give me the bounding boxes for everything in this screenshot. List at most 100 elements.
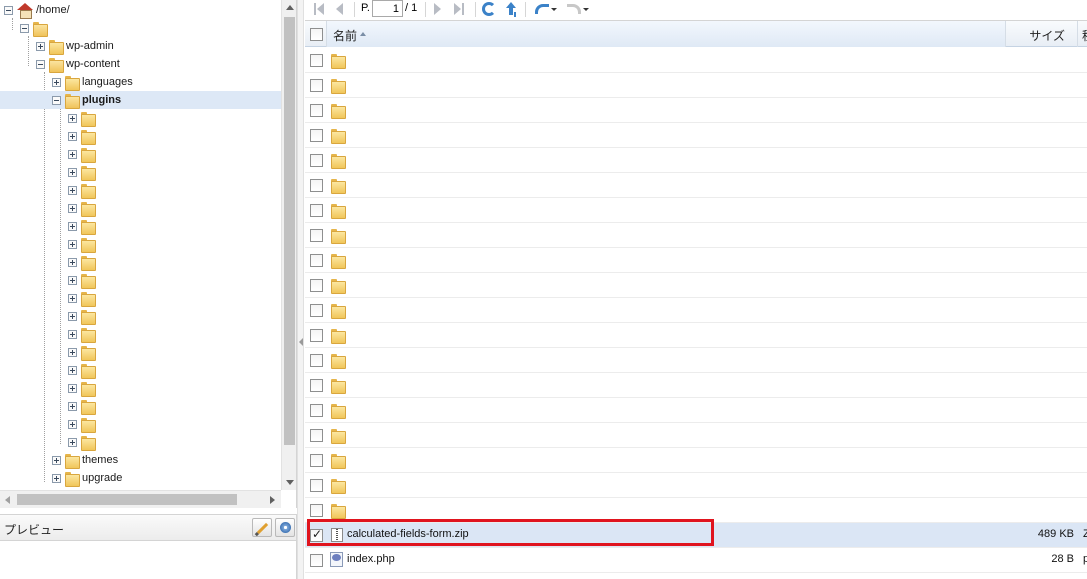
table-row-folder[interactable]: [305, 48, 1087, 73]
tree-node-user-folder[interactable]: [20, 19, 50, 37]
tree-node-plugin-folder[interactable]: [68, 307, 98, 325]
tree-node-plugin-folder[interactable]: [68, 235, 98, 253]
up-folder-button[interactable]: [503, 1, 519, 17]
expand-toggle[interactable]: [52, 473, 61, 483]
expand-toggle[interactable]: [68, 365, 77, 375]
column-header-name[interactable]: 名前: [327, 21, 1006, 47]
row-checkbox[interactable]: [310, 329, 323, 342]
table-row-folder[interactable]: [305, 73, 1087, 98]
expand-toggle[interactable]: [68, 293, 77, 303]
row-checkbox[interactable]: [310, 527, 323, 542]
expand-toggle[interactable]: [68, 239, 77, 249]
tree-node-wp-content[interactable]: wp-content: [36, 55, 120, 73]
tree-node-plugin-folder[interactable]: [68, 253, 98, 271]
expand-toggle[interactable]: [68, 347, 77, 357]
tree-node-home[interactable]: /home/: [4, 1, 70, 19]
tree-vertical-scrollbar[interactable]: [281, 0, 296, 490]
tree-node-languages[interactable]: languages: [52, 73, 133, 91]
row-checkbox[interactable]: [310, 79, 323, 92]
column-header-size[interactable]: サイズ: [1006, 21, 1078, 47]
undo-button[interactable]: [533, 1, 559, 17]
tree-node-plugin-folder[interactable]: [68, 271, 98, 289]
table-row-folder[interactable]: [305, 498, 1087, 523]
expand-toggle[interactable]: [68, 167, 77, 177]
page-number-input[interactable]: [372, 0, 403, 17]
tree-node-wp-admin[interactable]: wp-admin: [36, 37, 114, 55]
row-checkbox[interactable]: [310, 404, 323, 417]
tree-node-plugin-folder[interactable]: [68, 325, 98, 343]
table-row-folder[interactable]: [305, 273, 1087, 298]
prev-page-button[interactable]: [333, 1, 345, 17]
row-checkbox[interactable]: [310, 379, 323, 392]
table-row-folder[interactable]: [305, 98, 1087, 123]
tree-node-plugin-folder[interactable]: [68, 109, 98, 127]
row-checkbox[interactable]: [310, 179, 323, 192]
row-checkbox[interactable]: [310, 154, 323, 167]
tree-node-plugin-folder[interactable]: [68, 127, 98, 145]
row-checkbox[interactable]: [310, 104, 323, 117]
scroll-left-arrow-icon[interactable]: [5, 496, 10, 504]
save-button[interactable]: [275, 518, 295, 537]
expand-toggle[interactable]: [68, 257, 77, 267]
table-row-folder[interactable]: [305, 473, 1087, 498]
table-row-folder[interactable]: [305, 248, 1087, 273]
row-checkbox[interactable]: [310, 204, 323, 217]
tree-node-plugin-folder[interactable]: [68, 397, 98, 415]
row-checkbox[interactable]: [310, 54, 323, 67]
expand-toggle[interactable]: [68, 221, 77, 231]
first-page-button[interactable]: [311, 1, 325, 17]
table-row-folder[interactable]: [305, 423, 1087, 448]
expand-toggle[interactable]: [68, 329, 77, 339]
tree-node-plugins[interactable]: plugins: [0, 91, 281, 109]
tree-node-plugin-folder[interactable]: [68, 181, 98, 199]
select-all-checkbox[interactable]: [310, 28, 323, 41]
table-row-file[interactable]: index.php 28 B p: [305, 548, 1087, 573]
redo-button[interactable]: [565, 1, 591, 17]
expand-toggle[interactable]: [52, 77, 61, 87]
collapse-toggle[interactable]: [20, 23, 29, 33]
tree-node-plugin-folder[interactable]: [68, 145, 98, 163]
row-checkbox[interactable]: [310, 554, 323, 567]
expand-toggle[interactable]: [68, 419, 77, 429]
table-row-folder[interactable]: [305, 123, 1087, 148]
tree-node-plugin-folder[interactable]: [68, 289, 98, 307]
row-checkbox[interactable]: [310, 279, 323, 292]
row-checkbox[interactable]: [310, 304, 323, 317]
table-row-folder[interactable]: [305, 373, 1087, 398]
column-header-type[interactable]: 種: [1078, 21, 1087, 47]
scroll-right-arrow-icon[interactable]: [270, 496, 275, 504]
expand-toggle[interactable]: [68, 383, 77, 393]
tree-node-plugin-folder[interactable]: [68, 433, 98, 451]
scroll-up-arrow-icon[interactable]: [286, 5, 294, 10]
tree-node-plugin-folder[interactable]: [68, 163, 98, 181]
tree-node-plugin-folder[interactable]: [68, 217, 98, 235]
tree-node-plugin-folder[interactable]: [68, 343, 98, 361]
expand-toggle[interactable]: [68, 401, 77, 411]
expand-toggle[interactable]: [68, 185, 77, 195]
table-row-folder[interactable]: [305, 448, 1087, 473]
scrollbar-thumb[interactable]: [17, 494, 237, 505]
collapse-toggle[interactable]: [36, 59, 45, 69]
tree-node-themes[interactable]: themes: [52, 451, 118, 469]
table-row-folder[interactable]: [305, 148, 1087, 173]
tree-node-upgrade[interactable]: upgrade: [52, 469, 122, 487]
tree-node-plugin-folder[interactable]: [68, 199, 98, 217]
table-row-folder[interactable]: [305, 198, 1087, 223]
expand-toggle[interactable]: [68, 275, 77, 285]
table-row-folder[interactable]: [305, 348, 1087, 373]
expand-toggle[interactable]: [68, 311, 77, 321]
scrollbar-thumb[interactable]: [284, 17, 295, 445]
expand-toggle[interactable]: [68, 203, 77, 213]
expand-toggle[interactable]: [68, 149, 77, 159]
collapse-arrow-icon[interactable]: [299, 338, 303, 346]
table-row-folder[interactable]: [305, 323, 1087, 348]
tree-node-plugin-folder[interactable]: [68, 379, 98, 397]
panel-splitter[interactable]: [297, 0, 304, 579]
row-checkbox[interactable]: [310, 504, 323, 517]
row-checkbox[interactable]: [310, 129, 323, 142]
scroll-down-arrow-icon[interactable]: [286, 480, 294, 485]
expand-toggle[interactable]: [68, 113, 77, 123]
tree-node-plugin-folder[interactable]: [68, 361, 98, 379]
table-row-folder[interactable]: [305, 398, 1087, 423]
refresh-button[interactable]: [481, 1, 497, 17]
